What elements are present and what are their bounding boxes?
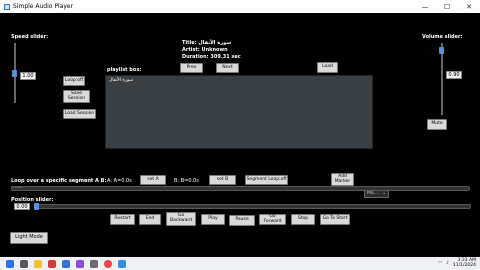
position-slider-track[interactable]: [34, 204, 471, 209]
window-controls: — ☐ ✕: [414, 0, 480, 13]
go-forward-button[interactable]: Go Forward: [259, 214, 286, 225]
track-duration: Duration: 309.31 sec: [182, 54, 241, 60]
load-button[interactable]: Load: [317, 62, 338, 73]
restart-button[interactable]: Restart: [110, 214, 135, 225]
playlist-label: playlist box:: [107, 67, 142, 73]
mute-button[interactable]: Mute: [427, 119, 447, 130]
app-window-icon[interactable]: [118, 259, 126, 268]
minimize-button[interactable]: —: [414, 0, 436, 13]
pause-button[interactable]: Pause: [229, 215, 255, 226]
chevron-down-icon: ⌄: [382, 190, 386, 196]
save-session-button[interactable]: Save Session: [63, 90, 90, 103]
taskbar: ◠ ♪ 3:33 AM 11/1/2024: [0, 257, 480, 270]
track-title: Title: سورة الأنفال: [182, 40, 232, 46]
windows-start-icon[interactable]: [6, 259, 14, 268]
track-artist: Artist: Unknown: [182, 47, 228, 53]
end-button[interactable]: End: [139, 214, 161, 225]
segment-sub-label: A: 0.0s: [11, 185, 22, 189]
taskbar-icons: [6, 259, 126, 268]
go-backward-button[interactable]: Go Backward: [166, 212, 196, 226]
wifi-icon[interactable]: ◠: [438, 261, 442, 266]
go-to-start-button[interactable]: Go To Start: [320, 214, 350, 225]
volume-value-field[interactable]: 0.90: [446, 71, 462, 79]
stop-button[interactable]: Stop: [291, 214, 315, 225]
b-value-label: B: B=0.0s: [174, 178, 199, 184]
a-value-label: A: A=0.0s: [107, 178, 132, 184]
speed-slider-thumb[interactable]: [12, 70, 17, 77]
position-slider-thumb[interactable]: [34, 203, 39, 210]
window-title: Simple Audio Player: [13, 3, 74, 10]
app-window: Speed slider: 1.00 Loop:off Save Session…: [0, 13, 480, 257]
light-mode-button[interactable]: Light Mode: [10, 232, 48, 244]
clock-date: 11/1/2024: [452, 262, 476, 268]
search-icon[interactable]: [20, 259, 28, 268]
speed-value-field[interactable]: 1.00: [20, 72, 36, 80]
segment-progress-bar[interactable]: [11, 186, 470, 191]
set-b-button[interactable]: set B: [209, 175, 236, 185]
position-value-field[interactable]: 0.00: [14, 203, 30, 210]
next-button[interactable]: Next: [216, 63, 239, 73]
title-bar: Simple Audio Player — ☐ ✕: [0, 0, 480, 13]
clock[interactable]: 3:33 AM 11/1/2024: [452, 258, 476, 269]
loop-toggle-button[interactable]: Loop:off: [63, 76, 85, 86]
python-icon[interactable]: [90, 259, 98, 268]
volume-slider-label: Volume slider:: [422, 34, 463, 40]
segment-loop-button[interactable]: Segment Loop:off: [245, 175, 288, 185]
chrome-icon[interactable]: [104, 259, 112, 268]
app-icon: [4, 3, 10, 10]
system-tray: ◠ ♪ 3:33 AM 11/1/2024: [438, 257, 476, 270]
playlist-item[interactable]: سورة الأنفال: [106, 76, 372, 85]
segment-loop-label: Loop over a specific segment A B:: [11, 178, 107, 184]
speed-slider-label: Speed slider:: [11, 34, 49, 40]
prev-button[interactable]: Prev: [180, 63, 203, 73]
maximize-button[interactable]: ☐: [436, 0, 458, 13]
play-button[interactable]: Play: [201, 214, 225, 225]
file-explorer-icon[interactable]: [34, 259, 42, 268]
volume-slider-thumb[interactable]: [439, 47, 444, 55]
pinned-app-icon[interactable]: [48, 259, 56, 268]
add-marker-button[interactable]: Add Marker: [331, 173, 354, 186]
edge-browser-icon[interactable]: [62, 259, 70, 268]
playlist-box[interactable]: سورة الأنفال: [105, 75, 373, 149]
marker-combo-value: Ma...: [367, 190, 378, 196]
speaker-icon[interactable]: ♪: [446, 261, 449, 266]
visual-studio-icon[interactable]: [76, 259, 84, 268]
close-button[interactable]: ✕: [458, 0, 480, 13]
set-a-button[interactable]: set A: [140, 175, 166, 185]
load-session-button[interactable]: Load Session: [63, 109, 96, 119]
